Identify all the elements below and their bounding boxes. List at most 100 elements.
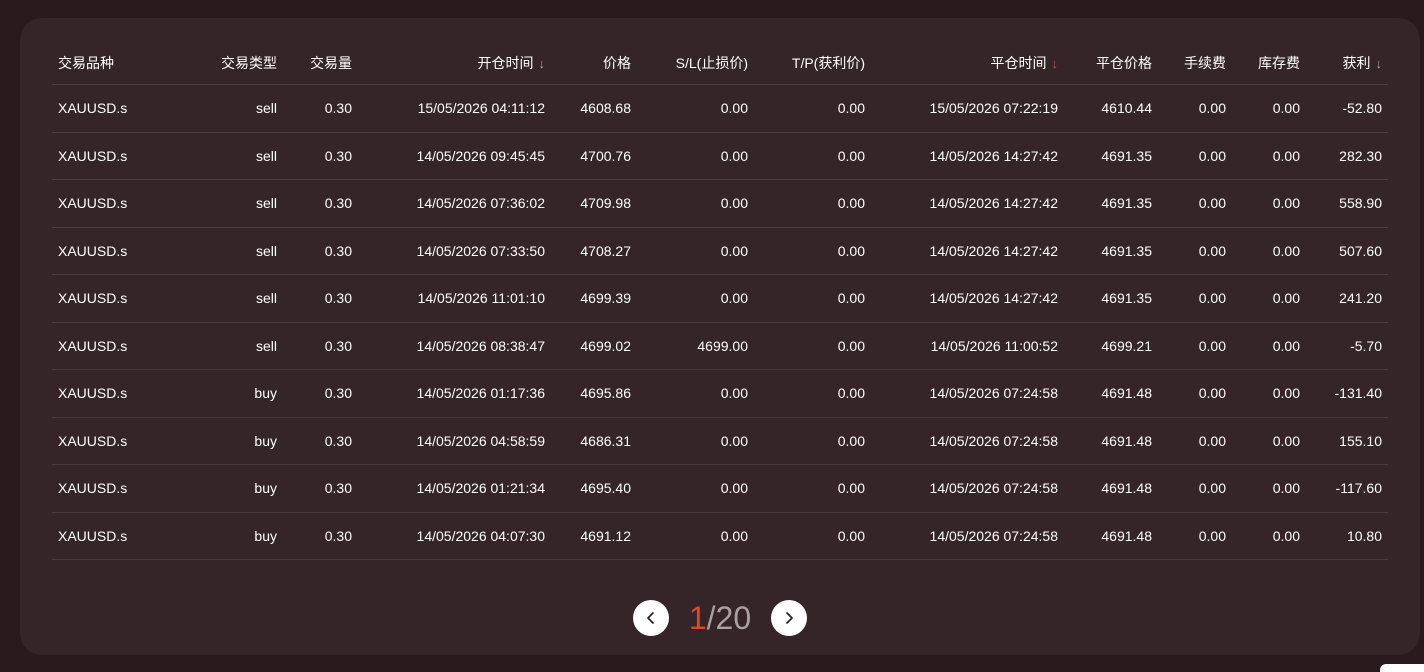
cell-swap: 0.00 — [1232, 322, 1306, 370]
next-page-button[interactable] — [771, 600, 808, 636]
column-header-label: 开仓时间 — [477, 54, 534, 71]
cell-symbol: XAUUSD.s — [52, 417, 182, 465]
cell-profit: 241.20 — [1306, 274, 1388, 323]
current-page: 1 — [688, 599, 707, 636]
cell-take-profit: 0.00 — [754, 274, 871, 323]
cell-swap: 0.00 — [1232, 512, 1306, 560]
cell-take-profit: 0.00 — [754, 84, 871, 133]
column-header-label: 价格 — [603, 54, 631, 71]
cell-close-price: 4691.48 — [1064, 464, 1158, 513]
prev-page-button[interactable] — [632, 600, 669, 636]
cell-commission: 0.00 — [1158, 84, 1232, 133]
cell-commission: 0.00 — [1158, 179, 1232, 228]
header-row: 交易品种 交易类型 交易量 开仓时间 ↓ 价格 S/L(止损价) T/P(获利价) 平仓时间 ↓ 平… — [52, 41, 1388, 85]
cell-open-time: 14/05/2026 08:38:47 — [358, 322, 551, 370]
cell-stop-loss: 0.00 — [637, 417, 754, 465]
cell-swap: 0.00 — [1232, 132, 1306, 180]
cell-swap: 0.00 — [1232, 464, 1306, 513]
column-header-close-price: 平仓价格 — [1064, 41, 1158, 85]
table-row: XAUUSD.s buy 0.30 14/05/2026 01:21:34 4695.4… — [52, 464, 1388, 513]
cell-open-time: 14/05/2026 11:01:10 — [358, 274, 551, 323]
cell-volume: 0.30 — [283, 464, 358, 513]
cell-volume: 0.30 — [283, 417, 358, 465]
cell-profit: 155.10 — [1306, 417, 1388, 465]
cell-commission: 0.00 — [1158, 274, 1232, 323]
cell-close-time: 14/05/2026 11:00:52 — [871, 322, 1064, 370]
cell-volume: 0.30 — [283, 132, 358, 180]
sort-arrow-down-icon[interactable]: ↓ — [539, 56, 546, 71]
cell-take-profit: 0.00 — [754, 464, 871, 513]
cell-price: 4686.31 — [551, 417, 637, 465]
cell-swap: 0.00 — [1232, 417, 1306, 465]
cell-stop-loss: 4699.00 — [637, 322, 754, 370]
column-header-volume: 交易量 — [283, 41, 358, 85]
chevron-right-icon — [786, 612, 793, 624]
cell-swap: 0.00 — [1232, 179, 1306, 228]
cell-close-time: 14/05/2026 07:24:58 — [871, 369, 1064, 418]
table-row: XAUUSD.s sell 0.30 14/05/2026 11:01:10 4699.… — [52, 274, 1388, 323]
cell-price: 4608.68 — [551, 84, 637, 133]
cell-volume: 0.30 — [283, 322, 358, 370]
cell-price: 4709.98 — [551, 179, 637, 228]
cell-type: sell — [182, 227, 283, 275]
cell-type: sell — [182, 274, 283, 323]
cell-symbol: XAUUSD.s — [52, 132, 182, 180]
column-header-label: 交易量 — [310, 54, 352, 71]
cell-type: buy — [182, 512, 283, 560]
cell-volume: 0.30 — [283, 179, 358, 228]
column-header-commission: 手续费 — [1158, 41, 1232, 85]
cell-swap: 0.00 — [1232, 84, 1306, 133]
cell-price: 4691.12 — [551, 512, 637, 560]
column-header-label: T/P(获利价) — [791, 54, 865, 71]
table-header: 交易品种 交易类型 交易量 开仓时间 ↓ 价格 S/L(止损价) T/P(获利价) 平仓时间 ↓ 平… — [52, 41, 1388, 85]
cell-price: 4695.40 — [551, 464, 637, 513]
chevron-left-icon — [647, 612, 654, 624]
cell-profit: 10.80 — [1306, 512, 1388, 560]
cell-close-price: 4691.35 — [1064, 274, 1158, 323]
cell-stop-loss: 0.00 — [637, 464, 754, 513]
cell-commission: 0.00 — [1158, 322, 1232, 370]
cell-close-time: 14/05/2026 14:27:42 — [871, 132, 1064, 180]
cell-close-time: 14/05/2026 14:27:42 — [871, 179, 1064, 228]
cell-type: sell — [182, 179, 283, 228]
table-row: XAUUSD.s buy 0.30 14/05/2026 04:07:30 4691.1… — [52, 512, 1388, 560]
cell-volume: 0.30 — [283, 84, 358, 133]
table-body: XAUUSD.s sell 0.30 15/05/2026 04:11:12 4608.… — [52, 84, 1388, 560]
cell-price: 4699.02 — [551, 322, 637, 370]
cell-type: buy — [182, 369, 283, 418]
cell-commission: 0.00 — [1158, 227, 1232, 275]
cell-close-time: 14/05/2026 07:24:58 — [871, 417, 1064, 465]
cell-profit: -52.80 — [1306, 84, 1388, 133]
column-header-close-time[interactable]: 平仓时间 ↓ — [871, 41, 1064, 85]
cell-open-time: 14/05/2026 04:07:30 — [358, 512, 551, 560]
cell-stop-loss: 0.00 — [637, 369, 754, 418]
cell-take-profit: 0.00 — [754, 512, 871, 560]
table-row: XAUUSD.s sell 0.30 14/05/2026 07:33:50 4708.… — [52, 227, 1388, 275]
cell-profit: 558.90 — [1306, 179, 1388, 228]
cell-swap: 0.00 — [1232, 369, 1306, 418]
cell-open-time: 15/05/2026 04:11:12 — [358, 84, 551, 133]
cell-symbol: XAUUSD.s — [52, 512, 182, 560]
cell-symbol: XAUUSD.s — [52, 464, 182, 513]
column-header-profit[interactable]: 获利 ↓ — [1306, 41, 1388, 85]
total-pages: 20 — [715, 599, 752, 636]
cell-close-price: 4699.21 — [1064, 322, 1158, 370]
column-header-type: 交易类型 — [182, 41, 283, 85]
cell-type: sell — [182, 132, 283, 180]
cell-close-time: 14/05/2026 14:27:42 — [871, 274, 1064, 323]
sort-arrow-down-icon[interactable]: ↓ — [1052, 56, 1059, 71]
cell-profit: -117.60 — [1306, 464, 1388, 513]
column-header-open-time[interactable]: 开仓时间 ↓ — [358, 41, 551, 85]
column-header-label: 交易品种 — [58, 54, 114, 71]
table-row: XAUUSD.s sell 0.30 14/05/2026 09:45:45 4700.… — [52, 132, 1388, 180]
cell-volume: 0.30 — [283, 369, 358, 418]
column-header-label: 获利 — [1342, 54, 1371, 71]
cell-close-time: 15/05/2026 07:22:19 — [871, 84, 1064, 133]
page-indicator: 1/20 — [689, 600, 751, 637]
cell-price: 4700.76 — [551, 132, 637, 180]
cell-stop-loss: 0.00 — [637, 512, 754, 560]
cell-close-time: 14/05/2026 07:24:58 — [871, 512, 1064, 560]
column-header-symbol: 交易品种 — [52, 41, 182, 85]
cell-close-price: 4691.48 — [1064, 369, 1158, 418]
sort-arrow-down-icon[interactable]: ↓ — [1376, 56, 1383, 71]
